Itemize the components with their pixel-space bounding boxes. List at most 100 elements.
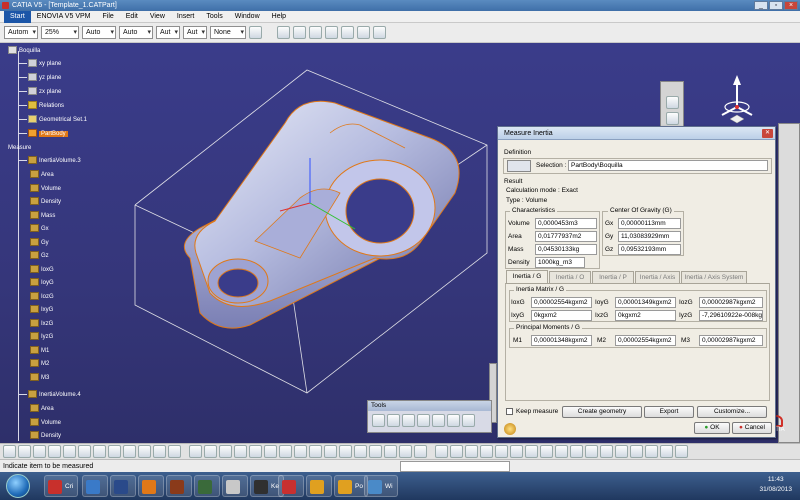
toolbar-icon[interactable] bbox=[369, 445, 382, 458]
toolbar-icon[interactable] bbox=[414, 445, 427, 458]
toolbar-icon[interactable] bbox=[495, 445, 508, 458]
tab-inertia-axis[interactable]: Inertia / Axis bbox=[635, 271, 680, 283]
cancel-button[interactable]: ● Cancel bbox=[732, 422, 772, 434]
tools-icon[interactable] bbox=[447, 414, 460, 427]
command-input[interactable] bbox=[400, 461, 510, 472]
keep-measure-checkbox[interactable] bbox=[506, 408, 513, 415]
toolbar-icon[interactable] bbox=[204, 445, 217, 458]
tree-measure[interactable]: Measure bbox=[8, 143, 31, 153]
toolbar-icon[interactable] bbox=[33, 445, 46, 458]
toolbar-icon[interactable] bbox=[249, 445, 262, 458]
tree-inertia-item[interactable]: Volume bbox=[30, 183, 61, 194]
toolbar-icon[interactable] bbox=[93, 445, 106, 458]
tree-root[interactable]: Boquilla bbox=[8, 46, 40, 56]
tree-yz-plane[interactable]: yz plane bbox=[19, 73, 61, 83]
toolbar-icon[interactable] bbox=[294, 445, 307, 458]
tree-inertia-volume-4[interactable]: InertiaVolume.4 bbox=[19, 390, 81, 400]
painter-icon[interactable] bbox=[249, 26, 262, 39]
tree-geometrical-set[interactable]: Geometrical Set.1 bbox=[19, 115, 87, 125]
toolbar-icon[interactable] bbox=[525, 445, 538, 458]
toolbar-icon[interactable] bbox=[665, 96, 679, 109]
knowledge-icon[interactable] bbox=[325, 26, 338, 39]
tree-inertia-item[interactable]: M2 bbox=[30, 359, 49, 369]
tree-inertia-item[interactable]: Gz bbox=[30, 251, 49, 261]
ok-button[interactable]: ● OK bbox=[694, 422, 730, 434]
menu-view[interactable]: View bbox=[144, 13, 171, 20]
minimize-button[interactable]: _ bbox=[754, 1, 768, 10]
menu-file[interactable]: File bbox=[96, 13, 119, 20]
taskbar-app-button[interactable] bbox=[222, 475, 248, 497]
tools-icon[interactable] bbox=[372, 414, 385, 427]
combo-rendering[interactable]: Aut bbox=[183, 26, 207, 39]
tab-inertia-p[interactable]: Inertia / P bbox=[592, 271, 634, 283]
toolbar-icon[interactable] bbox=[219, 445, 232, 458]
toolbar-icon[interactable] bbox=[234, 445, 247, 458]
toolbar-icon[interactable] bbox=[324, 445, 337, 458]
tree-inertia-item[interactable]: IxzG bbox=[30, 318, 53, 329]
tree-inertia-item[interactable]: Volume bbox=[30, 417, 61, 428]
taskbar-app-button[interactable] bbox=[110, 475, 136, 497]
tree-inertia-volume-3[interactable]: InertiaVolume.3 bbox=[19, 156, 81, 166]
tree-inertia-item[interactable]: Gx bbox=[30, 224, 49, 234]
toolbar-icon[interactable] bbox=[555, 445, 568, 458]
tree-inertia-item[interactable]: M1 bbox=[30, 345, 49, 356]
tree-xy-plane[interactable]: xy plane bbox=[19, 59, 61, 69]
menu-window[interactable]: Window bbox=[229, 13, 266, 20]
toolbar-icon[interactable] bbox=[645, 445, 658, 458]
rules-icon[interactable] bbox=[341, 26, 354, 39]
taskbar-app-button[interactable] bbox=[138, 475, 164, 497]
tools-icon[interactable] bbox=[387, 414, 400, 427]
toolbar-icon[interactable] bbox=[189, 445, 202, 458]
toolbar-icon[interactable] bbox=[615, 445, 628, 458]
tree-zx-plane[interactable]: zx plane bbox=[19, 87, 61, 97]
menu-tools[interactable]: Tools bbox=[200, 13, 228, 20]
toolbar-icon[interactable] bbox=[63, 445, 76, 458]
toolbar-icon[interactable] bbox=[540, 445, 553, 458]
taskbar-app-button[interactable] bbox=[194, 475, 220, 497]
menu-edit[interactable]: Edit bbox=[120, 13, 144, 20]
toolbar-icon[interactable] bbox=[510, 445, 523, 458]
taskbar-app-button[interactable]: Cri bbox=[44, 475, 78, 497]
toolbar-icon[interactable] bbox=[570, 445, 583, 458]
tab-inertia-axis-system[interactable]: Inertia / Axis System bbox=[681, 271, 747, 283]
toolbar-icon[interactable] bbox=[153, 445, 166, 458]
toolbar-icon[interactable] bbox=[585, 445, 598, 458]
maximize-button[interactable]: ▫ bbox=[769, 1, 783, 10]
dialog-close-button[interactable]: ✕ bbox=[762, 129, 773, 138]
table-icon[interactable] bbox=[357, 26, 370, 39]
toolbar-icon[interactable] bbox=[264, 445, 277, 458]
toolbar-icon[interactable] bbox=[399, 445, 412, 458]
combo-layer[interactable]: None bbox=[210, 26, 246, 39]
toolbar-icon[interactable] bbox=[48, 445, 61, 458]
toolbar-icon[interactable] bbox=[18, 445, 31, 458]
toolbar-icon[interactable] bbox=[138, 445, 151, 458]
toolbar-icon[interactable] bbox=[665, 112, 679, 125]
inertia-type-icon[interactable] bbox=[507, 160, 531, 172]
tree-inertia-item[interactable]: Gy bbox=[30, 237, 49, 248]
properties-icon[interactable] bbox=[277, 26, 290, 39]
menu-enovia[interactable]: ENOVIA V5 VPM bbox=[31, 13, 97, 20]
tree-inertia-item[interactable]: M3 bbox=[30, 372, 49, 383]
tree-inertia-item[interactable]: Density bbox=[30, 431, 61, 441]
tab-inertia-o[interactable]: Inertia / O bbox=[549, 271, 591, 283]
toolbar-icon[interactable] bbox=[339, 445, 352, 458]
combo-point-symbol[interactable]: Aut bbox=[156, 26, 180, 39]
tab-inertia-g[interactable]: Inertia / G bbox=[506, 270, 548, 283]
tree-inertia-item[interactable]: Mass bbox=[30, 210, 55, 221]
toolbar-icon[interactable] bbox=[384, 445, 397, 458]
parameters-icon[interactable] bbox=[373, 26, 386, 39]
combo-line-thickness[interactable]: Auto bbox=[82, 26, 116, 39]
tools-icon[interactable] bbox=[432, 414, 445, 427]
density-value[interactable]: 1000kg_m3 bbox=[535, 257, 585, 268]
select-icon[interactable] bbox=[293, 26, 306, 39]
selection-field[interactable]: PartBody\Boquilla bbox=[568, 160, 768, 171]
zoom-combo[interactable]: 25% bbox=[41, 26, 79, 39]
taskbar-app-button[interactable] bbox=[166, 475, 192, 497]
toolbar-icon[interactable] bbox=[78, 445, 91, 458]
tree-inertia-item[interactable]: IoxG bbox=[30, 264, 54, 275]
toolbar-icon[interactable] bbox=[279, 445, 292, 458]
toolbar-icon[interactable] bbox=[465, 445, 478, 458]
create-geometry-button[interactable]: Create geometry bbox=[562, 406, 642, 418]
tree-inertia-item[interactable]: Area bbox=[30, 170, 54, 180]
toolbar-icon[interactable] bbox=[675, 445, 688, 458]
